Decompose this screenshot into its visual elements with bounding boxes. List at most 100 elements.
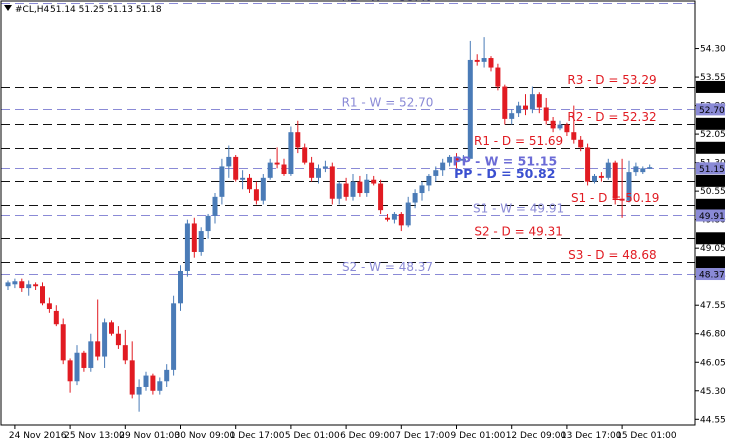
candle-body-50 <box>350 181 356 197</box>
candle-body-39 <box>274 162 280 165</box>
candle-body-48 <box>336 183 342 199</box>
pivot-label-s1-w: S1 - W = 49.91 <box>473 201 564 215</box>
candle-body-2 <box>19 281 25 289</box>
candle-body-47 <box>329 166 335 199</box>
price-tag-49-31: 49.31 <box>699 235 725 245</box>
candle-body-5 <box>40 286 45 304</box>
candle-body-27 <box>191 223 197 252</box>
candle-body-21 <box>150 375 156 391</box>
candle-body-17 <box>122 345 128 361</box>
candle-body-44 <box>309 162 315 178</box>
candle-body-78 <box>543 107 549 121</box>
candle-body-9 <box>67 360 73 382</box>
candle-body-12 <box>88 341 94 368</box>
x-tick-label-7-dec-17-00: 7 Dec 17:00 <box>395 431 450 441</box>
price-tag-48-68: 48.68 <box>699 259 725 269</box>
candle-body-58 <box>405 202 411 226</box>
y-tick-label-52-05: 52.05 <box>700 130 726 140</box>
candle-body-30 <box>212 196 218 216</box>
candle-body-0 <box>5 282 11 287</box>
pivot-label-s3-d: S3 - D = 48.68 <box>568 248 657 262</box>
candle-body-31 <box>219 166 225 197</box>
candle-body-61 <box>426 175 432 186</box>
candle-body-70 <box>488 58 494 68</box>
pivot-label-r1-w: R1 - W = 52.70 <box>342 95 434 109</box>
candle-body-83 <box>578 139 584 148</box>
candle-body-57 <box>398 213 404 226</box>
candle-body-18 <box>129 360 135 395</box>
x-tick-label-15-dec-01-00: 15 Dec 01:00 <box>616 431 677 441</box>
candle-body-4 <box>33 284 39 287</box>
candle-body-46 <box>322 166 328 169</box>
candle-body-77 <box>536 94 542 108</box>
candle-body-33 <box>233 156 239 180</box>
candle-body-35 <box>247 177 252 190</box>
candle-body-91 <box>633 166 639 173</box>
candle-body-75 <box>523 105 528 110</box>
candle-body-49 <box>343 183 349 197</box>
y-tick-label-54-30: 54.30 <box>700 45 726 55</box>
candle-body-52 <box>364 179 370 194</box>
candle-body-72 <box>502 86 508 119</box>
candle-body-20 <box>143 375 149 387</box>
candle-body-41 <box>288 132 294 175</box>
price-tag-52-70: 52.70 <box>699 106 725 116</box>
x-tick-label-1-dec-17-00: 1 Dec 17:00 <box>230 431 285 441</box>
y-tick-label-47-55: 47.55 <box>700 301 726 311</box>
pivot-label-r2-w: R2 - W = 55.49 <box>342 0 434 3</box>
candle-body-69 <box>481 58 487 62</box>
candle-body-11 <box>81 352 87 368</box>
candle-body-10 <box>74 352 80 382</box>
pivot-label-s2-d: S2 - D = 49.31 <box>474 224 563 238</box>
x-tick-label-13-dec-17-00: 13 Dec 17:00 <box>561 431 622 441</box>
y-tick-label-46-05: 46.05 <box>700 358 726 368</box>
candle-body-7 <box>53 310 59 325</box>
y-tick-label-45-30: 45.30 <box>700 387 726 397</box>
candle-body-81 <box>564 124 570 133</box>
x-tick-label-29-nov-01-00: 29 Nov 01:00 <box>119 431 180 441</box>
candle-body-23 <box>164 369 170 382</box>
candle-body-29 <box>205 215 211 232</box>
price-tag-51-15: 51.15 <box>699 165 725 175</box>
candle-body-45 <box>316 168 321 178</box>
candle-body-43 <box>302 147 308 163</box>
candle-body-22 <box>157 381 163 391</box>
price-chart[interactable]: R2 - W = 55.49 R3 - D = 53.29 R1 - W = 52.… <box>0 0 730 444</box>
candle-body-40 <box>281 164 287 175</box>
candle-body-63 <box>440 162 446 171</box>
candle-body-36 <box>253 189 259 201</box>
candle-body-76 <box>529 94 535 110</box>
candle-body-8 <box>60 324 66 361</box>
candle-body-59 <box>412 193 418 203</box>
y-tick-label-44-55: 44.55 <box>700 415 726 425</box>
price-tag-48-37: 48.37 <box>699 271 725 281</box>
candle-body-6 <box>46 303 52 310</box>
candle-body-71 <box>495 67 501 87</box>
candle-body-64 <box>447 156 453 163</box>
candle-body-56 <box>391 213 397 220</box>
candle-body-1 <box>12 281 18 285</box>
candle-body-34 <box>240 177 246 180</box>
candle-body-32 <box>226 156 232 167</box>
candle-body-38 <box>267 162 273 178</box>
candle-body-80 <box>557 124 563 129</box>
chart-background <box>0 0 730 444</box>
chart-header: #CL,H4 51.14 51.25 51.13 51.18 <box>4 5 162 15</box>
candle-body-14 <box>102 322 108 357</box>
candle-body-54 <box>378 183 384 211</box>
candle-body-42 <box>295 132 301 148</box>
x-tick-label-5-dec-01-00: 5 Dec 01:00 <box>285 431 340 441</box>
price-tag-53-29: 53.29 <box>699 83 725 93</box>
x-tick-label-6-dec-09-00: 6 Dec 09:00 <box>340 431 395 441</box>
candle-body-74 <box>516 105 522 114</box>
candle-body-84 <box>585 147 591 182</box>
x-tick-label-25-nov-13-00: 25 Nov 13:00 <box>64 431 125 441</box>
candle-body-86 <box>598 175 604 178</box>
candle-body-79 <box>550 120 556 129</box>
price-tag-51-69: 51.69 <box>699 144 725 154</box>
pivot-label-r1-d: R1 - D = 51.69 <box>474 134 563 148</box>
candle-body-92 <box>640 168 646 173</box>
candle-body-15 <box>109 322 114 334</box>
price-tag-52-32: 52.32 <box>699 120 725 130</box>
pivot-label-s2-w: S2 - W = 48.37 <box>342 260 433 274</box>
